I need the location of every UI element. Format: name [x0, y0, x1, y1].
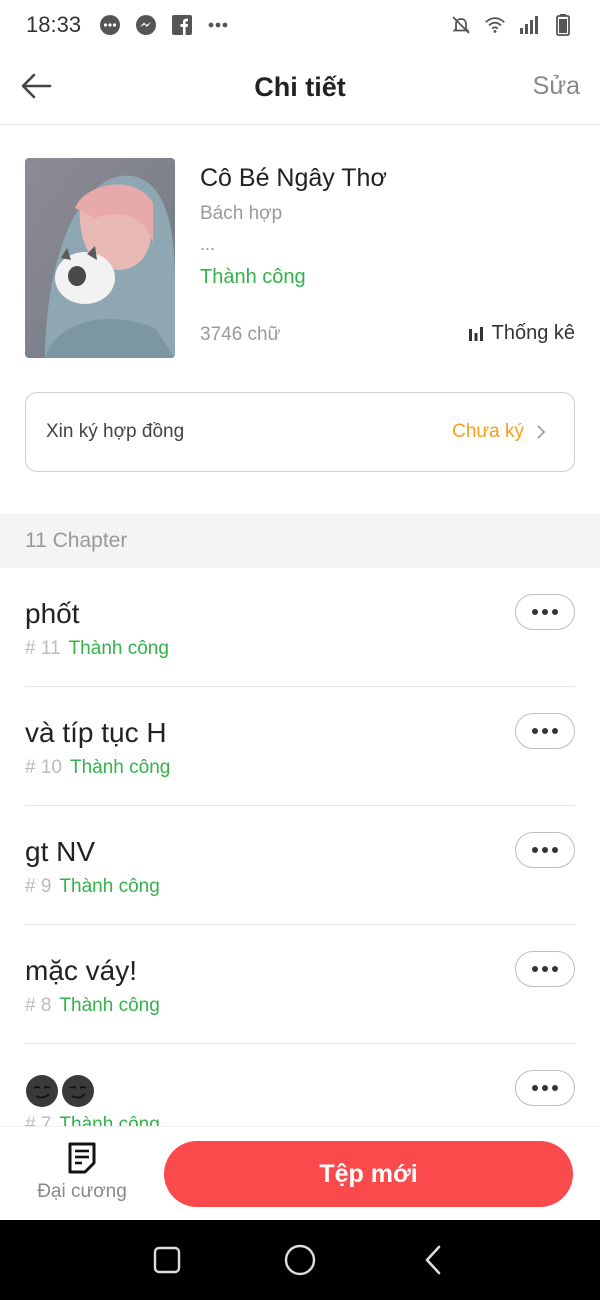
- chapter-status: Thành công: [68, 638, 169, 659]
- chapter-meta: # 11 Thành công: [25, 638, 169, 660]
- chapter-more-button[interactable]: [515, 713, 575, 749]
- muted-bell-icon: [450, 14, 472, 36]
- chapter-more-button[interactable]: [515, 594, 575, 630]
- recent-apps-icon: [153, 1246, 180, 1274]
- more-dots-icon: [532, 847, 538, 853]
- smirk-face-icon: [62, 1075, 94, 1107]
- app-bar: Chi tiết Sửa: [0, 50, 600, 125]
- facebook-icon: [171, 14, 193, 36]
- chapters-header: 11 Chapter: [0, 514, 600, 568]
- back-chevron-icon: [426, 1245, 441, 1275]
- chapter-number: # 8: [25, 995, 52, 1016]
- outline-button[interactable]: Đại cương: [22, 1141, 142, 1211]
- more-dots-icon: [207, 14, 229, 36]
- home-circle-icon: [284, 1244, 316, 1276]
- book-info: Cô Bé Ngây Thơ Bách hợp ... Thành công 3…: [0, 126, 600, 516]
- notes-icon: [68, 1142, 96, 1174]
- contract-right: Chưa ký: [452, 421, 546, 443]
- more-dots-icon: [532, 966, 538, 972]
- status-bar: 18:33: [0, 0, 600, 50]
- chapter-status: Thành công: [59, 876, 160, 897]
- chapter-status: Thành công: [59, 995, 160, 1016]
- chapter-more-button[interactable]: [515, 1070, 575, 1106]
- chapter-meta: # 8 Thành công: [25, 995, 160, 1017]
- bottom-action-bar: Đại cương Tệp mới: [0, 1126, 600, 1220]
- page-title: Chi tiết: [254, 72, 346, 102]
- signal-icon: [518, 14, 540, 36]
- chapter-list: phốt # 11 Thành công và típ tục H # 10 T…: [0, 568, 600, 1128]
- chapter-title: mặc váy!: [25, 955, 138, 986]
- book-cover-image[interactable]: [25, 158, 175, 358]
- contract-status: Chưa ký: [452, 421, 524, 442]
- more-dots-icon: [532, 1085, 538, 1091]
- statistics-button[interactable]: Thống kê: [468, 322, 575, 345]
- book-genre: Bách hợp: [200, 203, 283, 224]
- chapter-meta: # 10 Thành công: [25, 757, 170, 779]
- more-dots-icon: [532, 609, 538, 615]
- book-description: ...: [200, 234, 216, 254]
- chapter-title: gt NV: [25, 836, 96, 867]
- book-title: Cô Bé Ngây Thơ: [200, 164, 387, 192]
- contract-label: Xin ký hợp đồng: [46, 421, 185, 442]
- chevron-right-icon: [537, 425, 546, 439]
- status-left: 18:33: [26, 12, 229, 38]
- recent-apps-button[interactable]: [147, 1240, 187, 1280]
- word-count: 3746 chữ: [200, 324, 281, 345]
- chapter-item[interactable]: gt NV # 9 Thành công: [25, 806, 575, 925]
- chapter-number: # 9: [25, 876, 52, 897]
- bar-chart-icon: [468, 326, 483, 341]
- chapter-number: # 11: [25, 638, 61, 659]
- chapter-title: phốt: [25, 598, 80, 629]
- messenger-icon: [135, 14, 157, 36]
- chapter-status: Thành công: [69, 757, 171, 778]
- chapter-item[interactable]: # 7 Thành công: [25, 1044, 575, 1128]
- outline-label: Đại cương: [37, 1181, 127, 1202]
- chapter-title: và típ tục H: [25, 717, 167, 748]
- chapter-item[interactable]: mặc váy! # 8 Thành công: [25, 925, 575, 1044]
- battery-icon: [552, 14, 574, 36]
- chapter-more-button[interactable]: [515, 951, 575, 987]
- chapter-item[interactable]: phốt # 11 Thành công: [25, 568, 575, 687]
- system-nav-bar: [0, 1220, 600, 1300]
- book-status: Thành công: [200, 266, 306, 288]
- new-file-button[interactable]: Tệp mới: [164, 1141, 573, 1207]
- contract-request-row[interactable]: Xin ký hợp đồng Chưa ký: [25, 392, 575, 472]
- system-back-button[interactable]: [413, 1240, 453, 1280]
- edit-button[interactable]: Sửa: [533, 72, 580, 101]
- statistics-label: Thống kê: [491, 322, 575, 344]
- more-dots-icon: [532, 728, 538, 734]
- status-time: 18:33: [26, 12, 82, 37]
- chapter-number: # 10: [25, 757, 62, 778]
- chat-bubble-icon: [99, 14, 121, 36]
- chapter-title-emoji: [25, 1074, 95, 1108]
- wifi-icon: [484, 14, 506, 36]
- smirk-face-icon: [26, 1075, 58, 1107]
- chapter-item[interactable]: và típ tục H # 10 Thành công: [25, 687, 575, 806]
- home-button[interactable]: [280, 1240, 320, 1280]
- chapter-meta: # 9 Thành công: [25, 876, 160, 898]
- chapter-more-button[interactable]: [515, 832, 575, 868]
- status-right: [450, 14, 574, 36]
